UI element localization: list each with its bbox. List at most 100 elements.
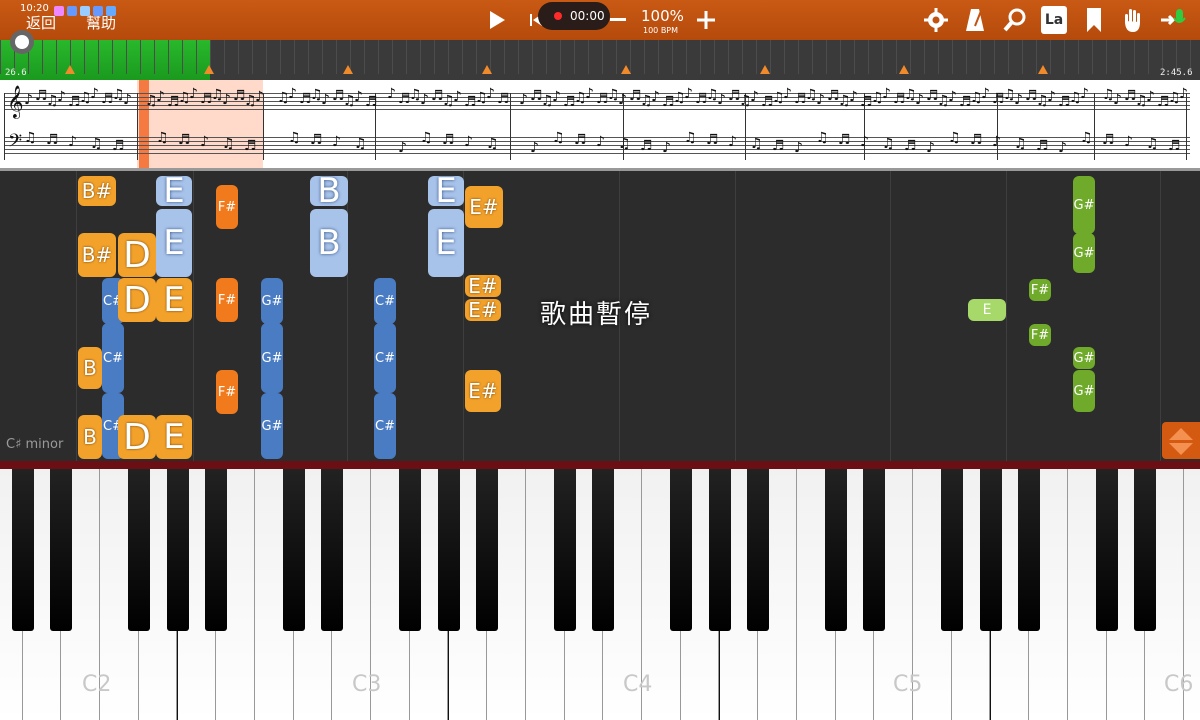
section-marker[interactable] — [760, 65, 770, 74]
section-marker[interactable] — [204, 65, 214, 74]
gear-icon — [924, 8, 948, 32]
settings-button[interactable] — [922, 6, 950, 34]
section-marker[interactable] — [621, 65, 631, 74]
progress-tick — [714, 40, 715, 74]
black-key[interactable] — [747, 469, 770, 631]
bass-note: ♫ — [552, 130, 565, 146]
note-label: F# — [1030, 327, 1050, 343]
progress-tick — [700, 40, 701, 74]
bass-note: ♬ — [178, 132, 191, 148]
falling-note: B — [310, 209, 348, 277]
connect-button[interactable] — [1158, 6, 1188, 34]
falling-note: E — [156, 415, 192, 459]
note-label: E — [163, 223, 185, 263]
black-key[interactable] — [1018, 469, 1041, 631]
note-label: E — [163, 171, 185, 211]
black-key[interactable] — [282, 469, 305, 631]
key-signature-label: C♯ minor — [6, 437, 64, 452]
black-key[interactable] — [50, 469, 73, 631]
falling-note: E# — [465, 298, 501, 322]
black-key[interactable] — [166, 469, 189, 631]
progress-tick — [238, 40, 239, 74]
song-progress-bar[interactable] — [0, 40, 1200, 80]
treble-note: ♪ — [915, 92, 924, 108]
sheet-music[interactable]: 𝄞 𝄢 ♪ ♫ ♬ ♫ ♬ ♪ ♬ ♪ ♫ ♪ ♫ ♬ ♫ ♬ ♪ ♫ ♪ ♫ ♬ ♫ ♬ ♪ ♬ ♪ ♫ ♪ ♫ ♬ ♫ ♬ ♪ ♫ ♪ ♫ ♬ ♫ ♬ ♪… — [0, 80, 1200, 171]
progress-tick — [728, 40, 729, 74]
piano-roll[interactable]: B# E F# B E E# G# B# D E B E G# C# D E F# G# C# E# E# F# E F# G#… — [0, 171, 1200, 461]
black-key[interactable] — [1134, 469, 1157, 631]
black-key[interactable] — [127, 469, 150, 631]
treble-note: ♬ — [497, 91, 510, 107]
section-marker[interactable] — [65, 65, 75, 74]
progress-handle[interactable] — [10, 30, 34, 54]
play-button[interactable] — [484, 6, 510, 34]
black-key[interactable] — [824, 469, 847, 631]
black-key[interactable] — [940, 469, 963, 631]
bass-note: ♫ — [90, 136, 103, 152]
scroll-up-button[interactable] — [1162, 422, 1200, 459]
back-button[interactable]: 返回 — [26, 12, 56, 33]
treble-note: ♪ — [618, 92, 627, 108]
black-key[interactable] — [476, 469, 499, 631]
black-key[interactable] — [437, 469, 460, 631]
black-key[interactable] — [321, 469, 344, 631]
section-marker[interactable] — [343, 65, 353, 74]
barline — [137, 93, 138, 160]
treble-note: ♪ — [750, 89, 759, 105]
hand-button[interactable] — [1121, 6, 1145, 34]
section-marker[interactable] — [482, 65, 492, 74]
octave-gridline — [1006, 171, 1007, 461]
progress-tick — [476, 40, 477, 74]
octave-gridline — [890, 171, 891, 461]
black-key[interactable] — [205, 469, 228, 631]
note-label: E — [982, 302, 992, 318]
treble-note: ♪ — [24, 92, 33, 108]
progress-tick — [1008, 40, 1009, 74]
treble-note: ♪ — [1113, 92, 1122, 108]
treble-note: ♬ — [365, 94, 378, 110]
bass-note: ♪ — [398, 140, 407, 156]
note-label: E# — [468, 298, 498, 322]
note-label: E# — [468, 379, 498, 403]
piano-keyboard[interactable] — [0, 461, 1200, 720]
status-icons — [54, 6, 116, 16]
barline — [1186, 93, 1187, 160]
black-key[interactable] — [979, 469, 1002, 631]
black-key[interactable] — [553, 469, 576, 631]
speed-increase-button[interactable] — [695, 6, 717, 34]
note-label: C# — [103, 350, 123, 366]
bass-note: ♫ — [816, 130, 829, 146]
black-key[interactable] — [1095, 469, 1118, 631]
note-label: B# — [81, 179, 113, 203]
progress-tick — [1092, 40, 1093, 74]
progress-tick — [574, 40, 575, 74]
progress-tick — [882, 40, 883, 74]
note-label: E# — [469, 195, 499, 219]
octave-label: C5 — [893, 672, 923, 697]
section-marker[interactable] — [899, 65, 909, 74]
black-key[interactable] — [863, 469, 886, 631]
black-key[interactable] — [11, 469, 34, 631]
record-timer[interactable]: 00:00 — [538, 2, 610, 30]
black-key[interactable] — [592, 469, 615, 631]
progress-tick — [392, 40, 393, 74]
falling-note: D — [118, 415, 156, 459]
progress-tick — [602, 40, 603, 74]
progress-tick — [378, 40, 379, 74]
progress-tick — [770, 40, 771, 74]
black-key[interactable] — [398, 469, 421, 631]
metronome-button[interactable] — [962, 6, 988, 34]
progress-tick — [1064, 40, 1065, 74]
speed-decrease-button[interactable] — [608, 6, 628, 34]
section-marker[interactable] — [1038, 65, 1048, 74]
falling-note: G# — [1073, 176, 1095, 234]
progress-tick — [140, 40, 141, 74]
note-name-button[interactable]: La — [1041, 6, 1067, 34]
search-button[interactable] — [1002, 6, 1028, 34]
treble-note: ♪ — [948, 89, 957, 105]
bookmark-button[interactable] — [1084, 6, 1104, 34]
black-key[interactable] — [669, 469, 692, 631]
bass-note: ♬ — [310, 132, 323, 148]
progress-tick — [154, 40, 155, 74]
black-key[interactable] — [708, 469, 731, 631]
